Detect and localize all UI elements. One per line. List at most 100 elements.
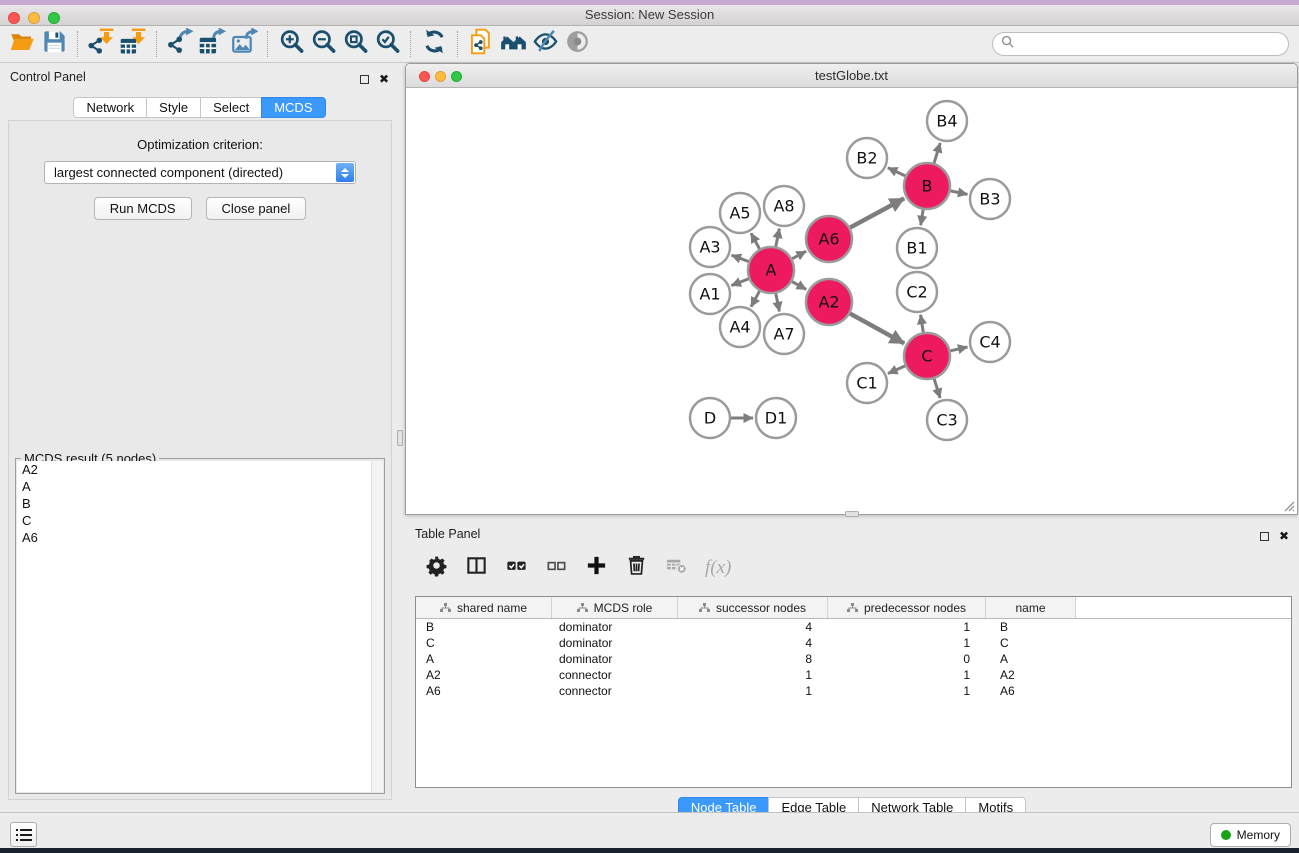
graph-edge-A-A6[interactable] — [792, 251, 806, 258]
gear-button[interactable] — [425, 554, 448, 582]
graph-node-A5[interactable]: A5 — [720, 193, 760, 233]
mcds-result-item[interactable]: A6 — [17, 529, 383, 546]
close-window-button[interactable] — [8, 12, 20, 24]
float-panel-icon[interactable] — [360, 75, 369, 84]
graph-edge-A-A7[interactable] — [776, 294, 780, 312]
graph-node-A4[interactable]: A4 — [720, 307, 760, 347]
mcds-result-item[interactable]: B — [17, 495, 383, 512]
graph-node-C1[interactable]: C1 — [847, 363, 887, 403]
tab-style[interactable]: Style — [146, 97, 201, 118]
fx-button[interactable]: f(x) — [705, 557, 731, 579]
graph-edge-B-B3[interactable] — [951, 191, 968, 195]
column-header-predecessor-nodes[interactable]: predecessor nodes — [828, 597, 986, 618]
import-network-button[interactable] — [85, 28, 117, 60]
graph-node-B[interactable]: B — [904, 163, 950, 209]
graph-edge-A6-B[interactable] — [850, 198, 904, 227]
graph-node-D1[interactable]: D1 — [756, 398, 796, 438]
column-header-MCDS-role[interactable]: MCDS role — [552, 597, 678, 618]
panel-divider-grip-vertical[interactable] — [397, 430, 403, 446]
table-row[interactable]: Cdominator41C — [416, 635, 1291, 651]
graph-edge-A2-C[interactable] — [850, 314, 904, 344]
search-input[interactable] — [1019, 37, 1280, 51]
tab-select[interactable]: Select — [200, 97, 262, 118]
result-scrollbar[interactable] — [371, 461, 383, 792]
panel-divider-grip-horizontal[interactable] — [845, 511, 859, 517]
mcds-result-item[interactable]: A — [17, 478, 383, 495]
graph-edge-C-C1[interactable] — [888, 366, 905, 374]
eye-slash-button[interactable] — [529, 28, 561, 60]
save-button[interactable] — [38, 28, 70, 60]
graph-node-B3[interactable]: B3 — [970, 179, 1010, 219]
graph-node-B1[interactable]: B1 — [897, 228, 937, 268]
show-panels-button[interactable] — [10, 822, 37, 847]
graph-node-C[interactable]: C — [904, 333, 950, 379]
tab-mcds[interactable]: MCDS — [261, 97, 325, 118]
graph-node-C4[interactable]: C4 — [970, 322, 1010, 362]
delete-table-button[interactable] — [665, 554, 688, 582]
graph-node-A7[interactable]: A7 — [764, 314, 804, 354]
zoom-in-button[interactable] — [275, 28, 307, 60]
graph-edge-C-C4[interactable] — [950, 347, 967, 351]
graph-node-A1[interactable]: A1 — [690, 274, 730, 314]
folder-open-button[interactable] — [6, 28, 38, 60]
graph-node-A6[interactable]: A6 — [806, 216, 852, 262]
export-image-button[interactable] — [228, 28, 260, 60]
graph-edge-A-A3[interactable] — [732, 255, 749, 261]
network-canvas[interactable]: B4 B2 B B3 A8A5 A6 A3 B1 A A1 C2 A2 A4A7 C4 C C1 C3 D D1 — [406, 89, 1297, 515]
zoom-fit-button[interactable] — [339, 28, 371, 60]
graph-node-C3[interactable]: C3 — [927, 400, 967, 440]
graph-edge-B-B1[interactable] — [921, 210, 924, 226]
mcds-result-list[interactable]: A2ABCA6 — [17, 461, 383, 792]
network-file-button[interactable] — [465, 28, 497, 60]
table-row[interactable]: Bdominator41B — [416, 619, 1291, 635]
graph-node-A3[interactable]: A3 — [690, 227, 730, 267]
table-row[interactable]: A2connector11A2 — [416, 667, 1291, 683]
network-zoom-button[interactable] — [451, 71, 462, 82]
deselect-all-button[interactable] — [545, 554, 568, 582]
graph-edge-B-B4[interactable] — [934, 143, 940, 163]
column-header-name[interactable]: name — [986, 597, 1076, 618]
graph-edge-C-C3[interactable] — [934, 379, 940, 398]
graph-edge-A-A5[interactable] — [751, 233, 760, 249]
graph-edge-A-A4[interactable] — [751, 291, 760, 307]
export-table-button[interactable] — [196, 28, 228, 60]
close-panel-button[interactable]: Close panel — [206, 197, 307, 220]
zoom-out-button[interactable] — [307, 28, 339, 60]
mcds-result-item[interactable]: C — [17, 512, 383, 529]
run-mcds-button[interactable]: Run MCDS — [94, 197, 192, 220]
refresh-button[interactable] — [418, 28, 450, 60]
memory-button[interactable]: Memory — [1210, 823, 1291, 847]
tab-network[interactable]: Network — [73, 97, 147, 118]
network-minimize-button[interactable] — [435, 71, 446, 82]
graph-edge-B-B2[interactable] — [888, 168, 905, 176]
resize-grip-icon[interactable] — [1281, 498, 1295, 512]
columns-button[interactable] — [465, 554, 488, 582]
close-table-panel-icon[interactable] — [1279, 527, 1289, 545]
trash-button[interactable] — [625, 554, 648, 582]
graph-node-D[interactable]: D — [690, 398, 730, 438]
table-row[interactable]: Adominator80A — [416, 651, 1291, 667]
minimize-window-button[interactable] — [28, 12, 40, 24]
export-network-button[interactable] — [164, 28, 196, 60]
network-close-button[interactable] — [419, 71, 430, 82]
network-window-titlebar[interactable]: testGlobe.txt — [406, 64, 1297, 88]
graph-node-B4[interactable]: B4 — [927, 101, 967, 141]
zoom-selected-button[interactable] — [371, 28, 403, 60]
graph-node-A8[interactable]: A8 — [764, 186, 804, 226]
graph-edge-C-C2[interactable] — [921, 315, 924, 333]
graph-node-C2[interactable]: C2 — [897, 272, 937, 312]
graph-edge-A-A2[interactable] — [792, 282, 806, 290]
float-table-panel-icon[interactable] — [1260, 532, 1269, 541]
graph-node-B2[interactable]: B2 — [847, 138, 887, 178]
graph-node-A2[interactable]: A2 — [806, 279, 852, 325]
graph-edge-A-A8[interactable] — [776, 229, 780, 247]
import-table-button[interactable] — [117, 28, 149, 60]
table-row[interactable]: A6connector11A6 — [416, 683, 1291, 699]
optimization-select[interactable]: largest connected component (directed) — [44, 161, 356, 184]
column-header-successor-nodes[interactable]: successor nodes — [678, 597, 828, 618]
eye-button[interactable] — [561, 28, 593, 60]
main-titlebar[interactable]: Session: New Session — [0, 5, 1299, 26]
graph-edge-A-A1[interactable] — [731, 279, 748, 286]
graph-node-A[interactable]: A — [748, 247, 794, 293]
houses-button[interactable] — [497, 28, 529, 60]
